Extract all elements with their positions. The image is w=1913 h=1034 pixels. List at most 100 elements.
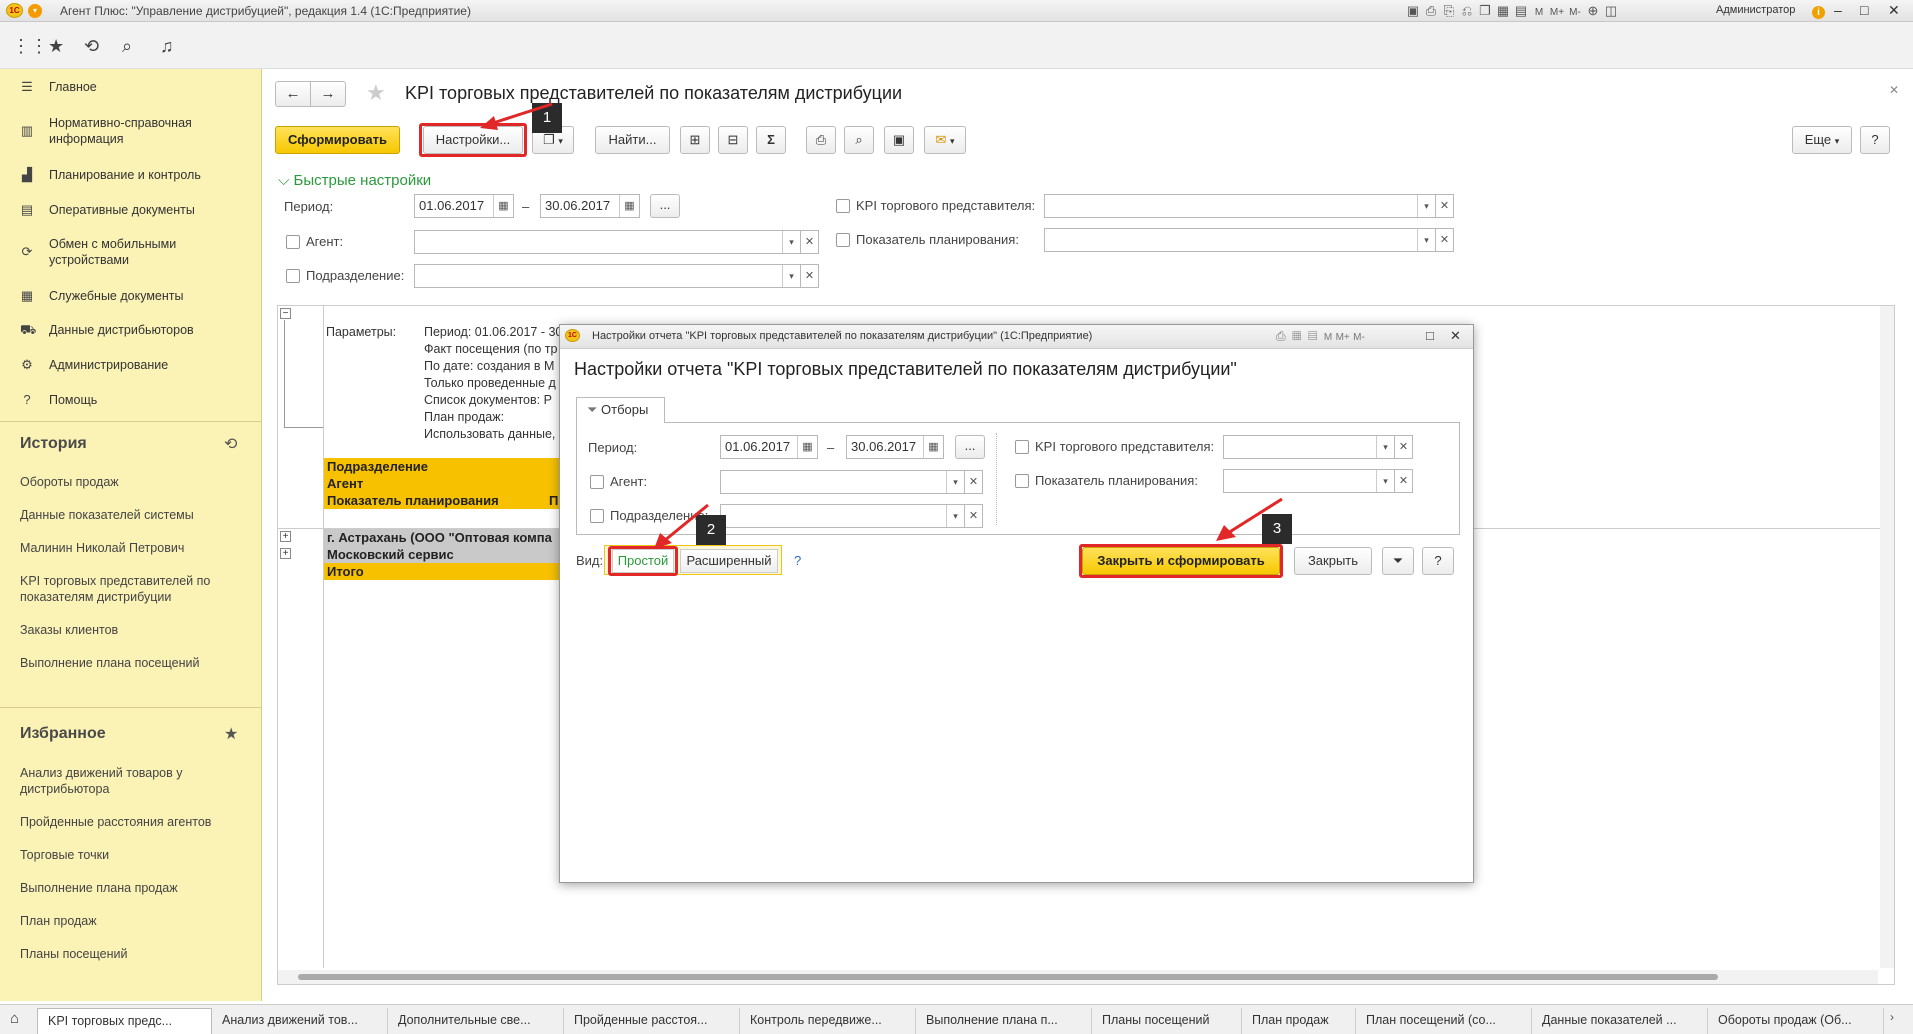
vertical-scrollbar[interactable]: [1880, 306, 1894, 968]
history-link[interactable]: Малинин Николай Петрович: [20, 540, 250, 556]
history-link[interactable]: Выполнение плана посещений: [20, 655, 250, 671]
minimize-icon[interactable]: –: [1834, 2, 1842, 18]
close-button[interactable]: Закрыть: [1294, 547, 1372, 575]
close-form-icon[interactable]: ✕: [1889, 83, 1899, 97]
chevron-down-icon[interactable]: ▾: [782, 265, 800, 287]
dialog-subdivision-input[interactable]: ▾: [720, 504, 965, 528]
kpi-input[interactable]: ▾: [1044, 194, 1436, 218]
subdivision-checkbox[interactable]: [286, 269, 300, 283]
link-icon[interactable]: ⎌: [1458, 3, 1476, 19]
favorite-link[interactable]: План продаж: [20, 913, 250, 929]
window-tab[interactable]: Данные показателей ...: [1532, 1008, 1708, 1034]
history-icon[interactable]: ⟲: [84, 36, 99, 57]
expand-icon[interactable]: +: [280, 548, 291, 559]
chevron-down-icon[interactable]: ▾: [1417, 229, 1435, 251]
print-button[interactable]: ⎙: [806, 126, 836, 154]
window-tab[interactable]: План посещений (со...: [1356, 1008, 1532, 1034]
period-from-input[interactable]: 01.06.2017 ▦: [414, 194, 514, 218]
memory-m-icon[interactable]: M: [1324, 332, 1332, 343]
quick-settings-toggle[interactable]: ⌵ Быстрые настройки: [278, 172, 431, 189]
main-menu-icon[interactable]: ▾: [28, 4, 42, 18]
copy-icon[interactable]: ❐: [1476, 3, 1494, 19]
window-tab[interactable]: Пройденные расстоя...: [564, 1008, 740, 1034]
email-dropdown-button[interactable]: ✉ ▾: [924, 126, 966, 154]
preview-icon[interactable]: ⎘: [1440, 3, 1458, 19]
window-tab[interactable]: Контроль передвиже...: [740, 1008, 916, 1034]
favorite-link[interactable]: Торговые точки: [20, 847, 250, 863]
info-icon[interactable]: i: [1812, 2, 1825, 19]
tab-filters[interactable]: ⏷ Отборы: [576, 397, 665, 423]
find-button[interactable]: Найти...: [595, 126, 670, 154]
close-dialog-icon[interactable]: ✕: [1450, 328, 1461, 344]
clear-icon[interactable]: ✕: [1395, 469, 1413, 493]
notifications-bell-icon[interactable]: ♫: [160, 36, 174, 57]
back-arrow-icon[interactable]: ←: [275, 81, 311, 107]
calendar-icon[interactable]: ▦: [797, 436, 817, 458]
indicator-checkbox[interactable]: [836, 233, 850, 247]
history-link[interactable]: Заказы клиентов: [20, 622, 250, 638]
favorite-star-icon[interactable]: ★: [366, 80, 386, 106]
panel-icon[interactable]: ◫: [1602, 3, 1620, 19]
chevron-down-icon[interactable]: ▾: [782, 231, 800, 253]
maximize-icon[interactable]: □: [1426, 328, 1434, 343]
calendar-icon[interactable]: ▦: [923, 436, 943, 458]
dialog-period-to-input[interactable]: 30.06.2017 ▦: [846, 435, 944, 459]
horizontal-scrollbar[interactable]: [278, 970, 1878, 984]
user-name[interactable]: Администратор: [1716, 4, 1795, 16]
chevron-right-icon[interactable]: ›: [1890, 1010, 1894, 1024]
chevron-down-icon[interactable]: ▾: [1376, 470, 1394, 492]
zoom-icon[interactable]: ⊕: [1584, 3, 1602, 19]
window-tab[interactable]: Обороты продаж (Об...: [1708, 1008, 1884, 1034]
expand-groups-button[interactable]: ⊞: [680, 126, 710, 154]
memory-mminus-icon[interactable]: M-: [1353, 332, 1365, 343]
chevron-down-icon[interactable]: ▾: [946, 471, 964, 493]
more-button[interactable]: Еще ▾: [1792, 126, 1852, 154]
preview-button[interactable]: ⌕: [844, 126, 874, 154]
window-tab[interactable]: Выполнение плана п...: [916, 1008, 1092, 1034]
memory-mplus-icon[interactable]: M+: [1548, 7, 1566, 18]
history-link[interactable]: KPI торговых представителей по показател…: [20, 573, 250, 605]
subdivision-input[interactable]: ▾: [414, 264, 801, 288]
window-tab[interactable]: Анализ движений тов...: [212, 1008, 388, 1034]
clear-icon[interactable]: ✕: [801, 230, 819, 254]
search-icon[interactable]: ⌕: [122, 36, 132, 57]
window-tab[interactable]: Планы посещений: [1092, 1008, 1242, 1034]
filter-settings-button[interactable]: ⏷: [1382, 547, 1414, 575]
window-tab[interactable]: KPI торговых предс...: [37, 1008, 212, 1034]
kpi-checkbox[interactable]: [836, 199, 850, 213]
chevron-down-icon[interactable]: ▾: [1417, 195, 1435, 217]
group-row[interactable]: Московский сервис: [324, 546, 560, 563]
chevron-down-icon[interactable]: ▾: [1376, 436, 1394, 458]
calculator-icon[interactable]: ▦: [1494, 3, 1512, 19]
agent-input[interactable]: ▾: [414, 230, 801, 254]
period-to-input[interactable]: 30.06.2017 ▦: [540, 194, 640, 218]
save-icon[interactable]: ▣: [1404, 3, 1422, 19]
calendar-icon[interactable]: ▦: [493, 195, 513, 217]
history-icon[interactable]: ⟲: [224, 434, 237, 454]
memory-m-icon[interactable]: M: [1530, 7, 1548, 18]
dialog-agent-input[interactable]: ▾: [720, 470, 965, 494]
close-window-icon[interactable]: ✕: [1888, 2, 1900, 19]
favorites-star-icon[interactable]: ★: [224, 724, 238, 744]
calendar-icon[interactable]: ▦: [619, 195, 639, 217]
calculator-icon[interactable]: ▦: [1292, 329, 1301, 343]
history-link[interactable]: Обороты продаж: [20, 474, 250, 490]
dialog-indicator-checkbox[interactable]: [1015, 474, 1029, 488]
favorite-link[interactable]: Планы посещений: [20, 946, 250, 962]
dialog-subdivision-checkbox[interactable]: [590, 509, 604, 523]
calendar-icon[interactable]: ▤: [1512, 3, 1530, 19]
chevron-down-icon[interactable]: ▾: [946, 505, 964, 527]
indicator-input[interactable]: ▾: [1044, 228, 1436, 252]
window-tab[interactable]: План продаж: [1242, 1008, 1356, 1034]
expand-icon[interactable]: +: [280, 531, 291, 542]
window-tab[interactable]: Дополнительные све...: [388, 1008, 564, 1034]
period-select-button[interactable]: ...: [650, 194, 680, 218]
sum-button[interactable]: Σ: [756, 126, 786, 154]
forward-arrow-icon[interactable]: →: [310, 81, 346, 107]
dialog-period-from-input[interactable]: 01.06.2017 ▦: [720, 435, 818, 459]
clear-icon[interactable]: ✕: [965, 470, 983, 494]
clear-icon[interactable]: ✕: [1395, 435, 1413, 459]
dialog-kpi-input[interactable]: ▾: [1223, 435, 1395, 459]
collapse-icon[interactable]: −: [280, 308, 291, 319]
favorites-star-icon[interactable]: ★: [48, 36, 64, 57]
